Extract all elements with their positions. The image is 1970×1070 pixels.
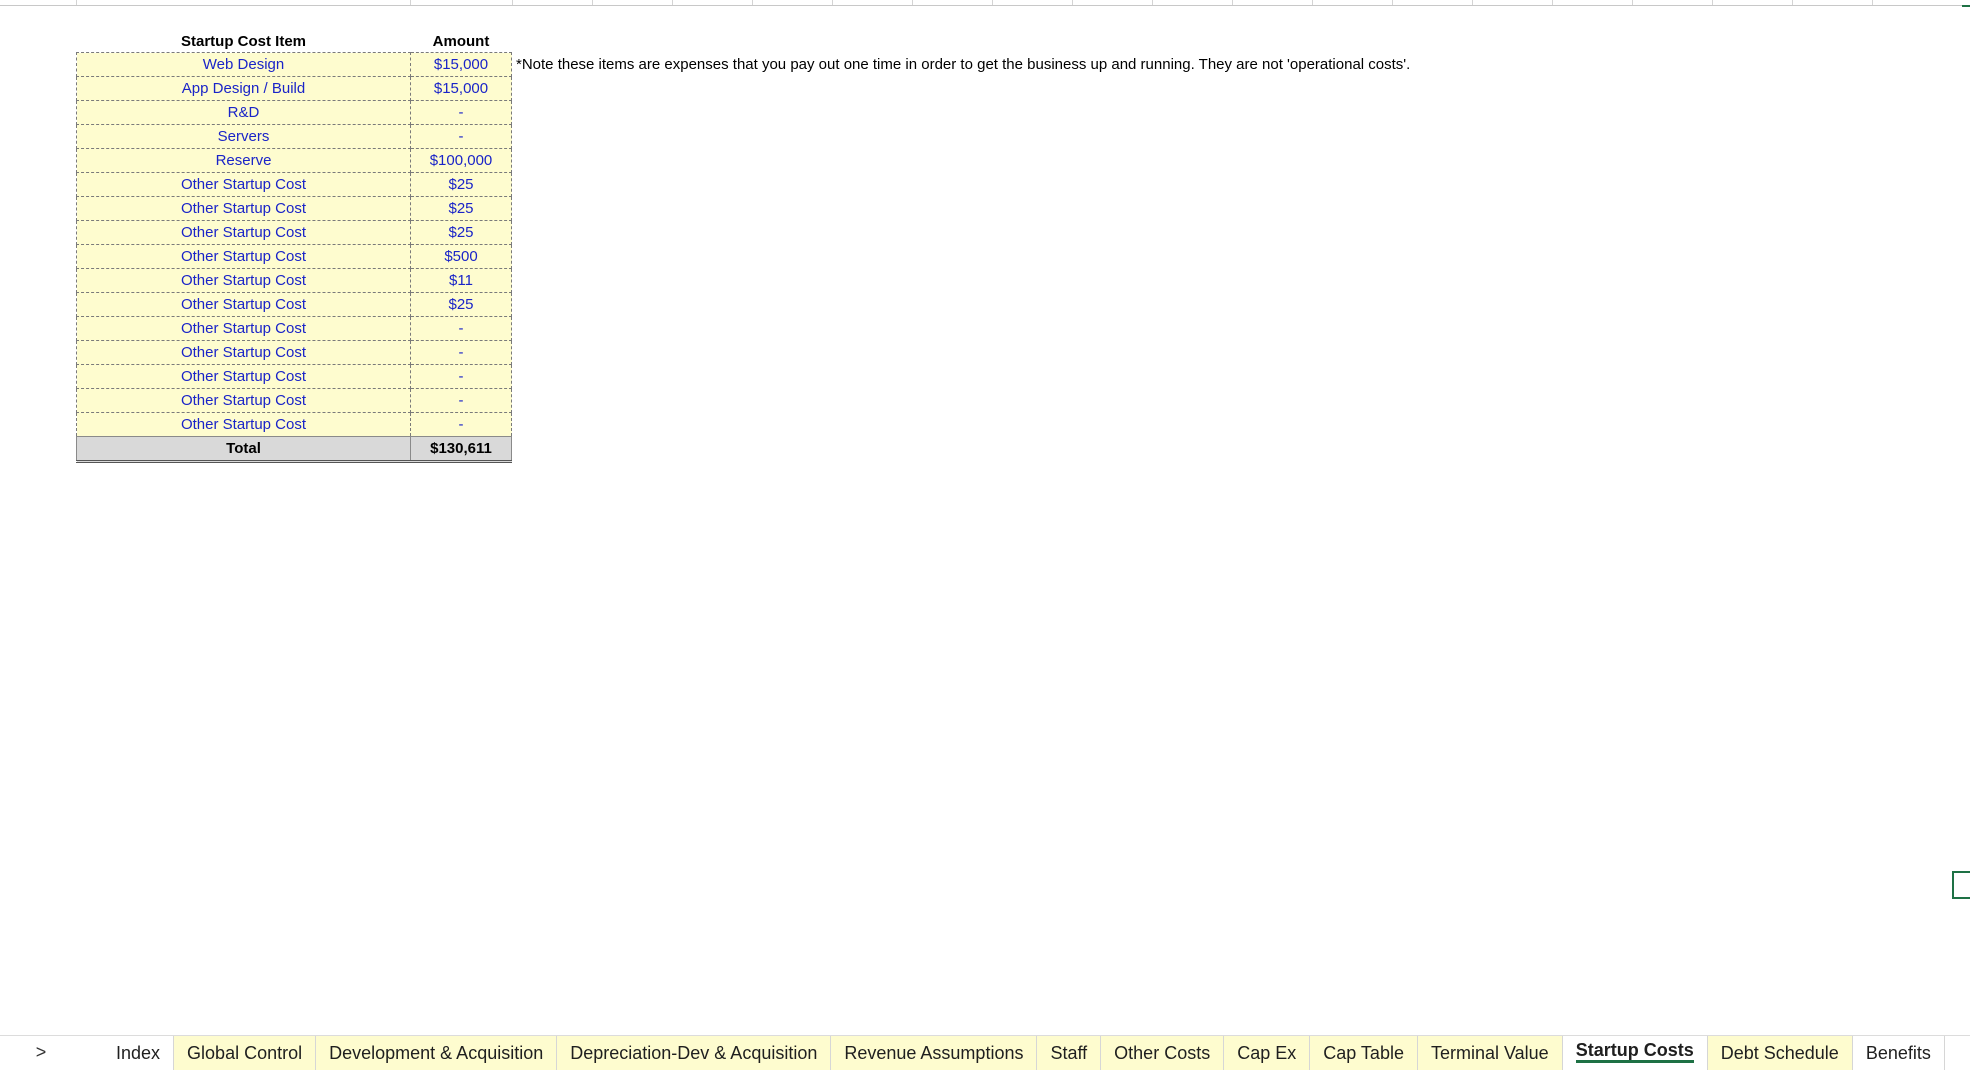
table-row: Other Startup Cost - <box>76 388 512 413</box>
tab-other-costs[interactable]: Other Costs <box>1101 1036 1225 1070</box>
cost-amount-cell[interactable]: - <box>410 364 512 389</box>
column-header-item[interactable]: Startup Cost Item <box>77 30 411 53</box>
cost-amount-cell[interactable]: $25 <box>410 220 512 245</box>
column-divider <box>1392 0 1393 5</box>
column-divider <box>1552 0 1553 5</box>
cost-amount-cell[interactable]: - <box>410 100 512 125</box>
column-divider <box>1312 0 1313 5</box>
total-row: Total $130,611 <box>76 436 512 463</box>
column-divider <box>672 0 673 5</box>
tab-index[interactable]: Index <box>103 1036 175 1070</box>
total-amount-cell[interactable]: $130,611 <box>410 436 512 463</box>
table-row: Other Startup Cost $25 <box>76 292 512 317</box>
column-divider <box>1072 0 1073 5</box>
cost-amount-cell[interactable]: $15,000 <box>410 52 512 77</box>
tab-cap-ex[interactable]: Cap Ex <box>1224 1036 1311 1070</box>
column-divider <box>752 0 753 5</box>
table-row: App Design / Build $15,000 <box>76 76 512 101</box>
tab-startup-costs[interactable]: Startup Costs <box>1562 1036 1708 1070</box>
table-header-row: Startup Cost Item Amount <box>77 30 512 53</box>
column-divider <box>1232 0 1233 5</box>
tab-benefits[interactable]: Benefits <box>1852 1036 1945 1070</box>
cost-amount-cell[interactable]: $25 <box>410 292 512 317</box>
cost-item-cell[interactable]: Other Startup Cost <box>76 340 411 365</box>
cost-amount-cell[interactable]: $15,000 <box>410 76 512 101</box>
cost-amount-cell[interactable]: $11 <box>410 268 512 293</box>
cost-item-cell[interactable]: Other Startup Cost <box>76 292 411 317</box>
total-label-cell[interactable]: Total <box>76 436 411 463</box>
sheet-tab-bar: > Index Global Control Development & Acq… <box>0 1035 1970 1070</box>
selected-column-marker <box>1962 0 1970 7</box>
column-divider <box>76 0 77 5</box>
column-divider <box>912 0 913 5</box>
cost-item-cell[interactable]: Other Startup Cost <box>76 268 411 293</box>
table-row: R&D - <box>76 100 512 125</box>
cost-item-cell[interactable]: Other Startup Cost <box>76 172 411 197</box>
startup-cost-note[interactable]: *Note these items are expenses that you … <box>516 56 1410 73</box>
table-row: Web Design $15,000 <box>76 52 512 77</box>
table-row: Reserve $100,000 <box>76 148 512 173</box>
cost-item-cell[interactable]: Other Startup Cost <box>76 316 411 341</box>
sheet-tabs: Index Global Control Development & Acqui… <box>103 1036 1945 1070</box>
tab-bar-left-edge <box>0 1044 3 1060</box>
startup-cost-table: Startup Cost Item Amount Web Design $15,… <box>76 30 512 463</box>
column-divider <box>992 0 993 5</box>
column-divider <box>1792 0 1793 5</box>
column-divider <box>1712 0 1713 5</box>
column-divider <box>410 0 411 5</box>
cost-amount-cell[interactable]: $100,000 <box>410 148 512 173</box>
tab-debt-schedule[interactable]: Debt Schedule <box>1707 1036 1853 1070</box>
table-row: Other Startup Cost $25 <box>76 172 512 197</box>
cost-item-cell[interactable]: Other Startup Cost <box>76 196 411 221</box>
tab-revenue-assumptions[interactable]: Revenue Assumptions <box>831 1036 1038 1070</box>
table-row: Other Startup Cost $11 <box>76 268 512 293</box>
cost-amount-cell[interactable]: $25 <box>410 196 512 221</box>
tab-staff[interactable]: Staff <box>1037 1036 1102 1070</box>
column-divider <box>1152 0 1153 5</box>
table-row: Other Startup Cost - <box>76 340 512 365</box>
cost-item-cell[interactable]: Servers <box>76 124 411 149</box>
tab-development-acquisition[interactable]: Development & Acquisition <box>316 1036 558 1070</box>
column-header-amount[interactable]: Amount <box>411 30 512 53</box>
tab-terminal-value[interactable]: Terminal Value <box>1417 1036 1563 1070</box>
tab-depreciation-dev-acquisition[interactable]: Depreciation-Dev & Acquisition <box>557 1036 832 1070</box>
table-row: Other Startup Cost - <box>76 364 512 389</box>
table-row: Other Startup Cost - <box>76 316 512 341</box>
tab-cap-table[interactable]: Cap Table <box>1310 1036 1418 1070</box>
column-divider <box>832 0 833 5</box>
column-divider <box>1472 0 1473 5</box>
cost-amount-cell[interactable]: $500 <box>410 244 512 269</box>
cost-item-cell[interactable]: Web Design <box>76 52 411 77</box>
cost-item-cell[interactable]: Other Startup Cost <box>76 412 411 437</box>
column-divider <box>1872 0 1873 5</box>
cost-item-cell[interactable]: App Design / Build <box>76 76 411 101</box>
cost-amount-cell[interactable]: - <box>410 316 512 341</box>
column-divider <box>592 0 593 5</box>
cost-amount-cell[interactable]: - <box>410 124 512 149</box>
table-row: Servers - <box>76 124 512 149</box>
table-row: Other Startup Cost $25 <box>76 196 512 221</box>
cost-amount-cell[interactable]: - <box>410 412 512 437</box>
table-row: Other Startup Cost $500 <box>76 244 512 269</box>
chevron-right-icon[interactable]: > <box>30 1041 52 1063</box>
cost-amount-cell[interactable]: - <box>410 340 512 365</box>
cost-amount-cell[interactable]: - <box>410 388 512 413</box>
table-row: Other Startup Cost $25 <box>76 220 512 245</box>
column-divider <box>1632 0 1633 5</box>
column-header-strip <box>0 0 1970 7</box>
table-row: Other Startup Cost - <box>76 412 512 437</box>
selected-cell-indicator[interactable] <box>1952 871 1970 899</box>
cost-item-cell[interactable]: Other Startup Cost <box>76 388 411 413</box>
cost-amount-cell[interactable]: $25 <box>410 172 512 197</box>
cost-item-cell[interactable]: R&D <box>76 100 411 125</box>
column-divider <box>512 0 513 5</box>
cost-item-cell[interactable]: Other Startup Cost <box>76 364 411 389</box>
tab-global-control[interactable]: Global Control <box>174 1036 317 1070</box>
cost-item-cell[interactable]: Other Startup Cost <box>76 244 411 269</box>
cost-item-cell[interactable]: Reserve <box>76 148 411 173</box>
cost-item-cell[interactable]: Other Startup Cost <box>76 220 411 245</box>
